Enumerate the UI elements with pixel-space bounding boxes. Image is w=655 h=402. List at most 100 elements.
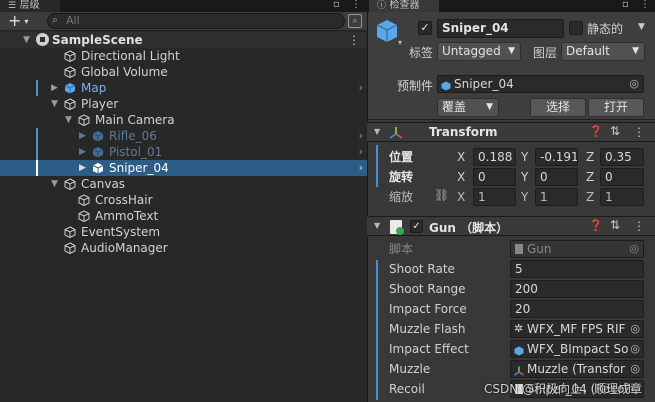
target-icon[interactable]: ◎ <box>630 341 640 357</box>
expand-arrow-icon[interactable]: ▼ <box>23 32 30 48</box>
shoot-range-field[interactable]: 200 <box>510 280 644 298</box>
chevron-down-icon: ▼ <box>632 46 639 56</box>
presets-icon[interactable]: ⇅ <box>610 218 620 232</box>
list-icon: ☰ <box>8 1 17 11</box>
select-button[interactable]: 选择 <box>530 98 586 117</box>
help-icon[interactable]: ❓ <box>589 125 603 138</box>
scene-menu-icon[interactable]: ⋮ <box>348 32 360 48</box>
list-item[interactable]: CrossHair <box>0 192 367 208</box>
static-checkbox[interactable] <box>569 21 583 35</box>
rotation-z-field[interactable]: 0 <box>600 168 644 186</box>
active-checkbox[interactable]: ✓ <box>418 21 432 35</box>
impact-force-field[interactable]: 20 <box>510 300 644 318</box>
rotation-x-field[interactable]: 0 <box>473 168 516 186</box>
position-y-field[interactable]: -0.191 <box>535 148 578 166</box>
tag-dropdown[interactable]: Untagged ▼ <box>437 42 521 61</box>
expand-arrow-icon[interactable]: ▶ <box>79 144 86 160</box>
expand-arrow-icon[interactable]: ▶ <box>51 80 58 96</box>
overrides-dropdown[interactable]: 覆盖 ▼ <box>437 98 499 117</box>
gameobject-icon <box>78 210 90 223</box>
scale-x-label[interactable]: X <box>457 189 465 205</box>
scene-row[interactable]: ▼ SampleScene ⋮ <box>0 32 367 48</box>
shoot-rate-field[interactable]: 5 <box>510 260 644 278</box>
target-icon[interactable]: ◎ <box>629 76 639 92</box>
link-icon[interactable]: ⛓ <box>434 188 449 202</box>
muzzle-flash-field[interactable]: ✲ WFX_MF FPS RIF ◎ <box>510 320 644 338</box>
list-item[interactable]: EventSystem <box>0 224 367 240</box>
expand-arrow-icon[interactable]: ▼ <box>51 176 58 192</box>
impact-effect-field[interactable]: WFX_BImpact So ◎ <box>510 340 644 358</box>
target-icon[interactable]: ◎ <box>630 321 640 337</box>
position-label: 位置 <box>389 150 414 164</box>
layer-dropdown[interactable]: Default ▼ <box>561 42 645 61</box>
position-z-field[interactable]: 0.35 <box>600 148 644 166</box>
list-item[interactable]: ▼ Canvas <box>0 176 367 192</box>
position-x-field[interactable]: 0.188 <box>473 148 516 166</box>
list-item[interactable]: ▶ Map › <box>0 80 367 96</box>
script-field: Gun ◎ <box>510 240 644 258</box>
lock-icon[interactable]: ▫ <box>333 0 340 10</box>
prefab-field[interactable]: Sniper_04 ◎ <box>437 75 644 93</box>
menu-icon[interactable]: ⋮ <box>351 0 361 10</box>
expand-arrow-icon[interactable]: ▶ <box>79 160 86 176</box>
list-item[interactable]: AmmoText <box>0 208 367 224</box>
list-item[interactable]: Global Volume <box>0 64 367 80</box>
menu-icon[interactable]: ⋮ <box>633 219 645 233</box>
list-item[interactable]: ▶ Pistol_01 › <box>0 144 367 160</box>
shoot-range-label: Shoot Range <box>389 282 466 296</box>
layer-label: 图层 <box>533 46 558 60</box>
menu-icon[interactable]: ⋮ <box>640 0 650 10</box>
gameobject-icon <box>64 226 76 239</box>
open-button[interactable]: 打开 <box>588 98 644 117</box>
transform-header[interactable]: ▼ Transform ❓ ⇅ ⋮ <box>367 122 655 142</box>
scale-x-field[interactable]: 1 <box>473 188 516 206</box>
list-item[interactable]: ▶ Rifle_06 › <box>0 128 367 144</box>
script-label: 脚本 <box>389 242 414 256</box>
scale-z-field[interactable]: 1 <box>600 188 644 206</box>
rotation-y-label[interactable]: Y <box>521 169 528 185</box>
object-name-field[interactable]: Sniper_04 <box>437 19 564 38</box>
chevron-right-icon[interactable]: › <box>359 128 363 144</box>
expand-arrow-icon[interactable]: ▼ <box>65 112 72 128</box>
chevron-right-icon[interactable]: › <box>359 144 363 160</box>
help-icon[interactable]: ❓ <box>589 219 603 232</box>
watermark: CSDN @积极向上，顺理成章 <box>484 382 643 396</box>
search-input[interactable]: ⌕ All <box>47 13 345 29</box>
presets-icon[interactable]: ⇅ <box>610 124 620 138</box>
inspector-tab[interactable]: ⓘ 检查器 <box>369 0 439 12</box>
particle-icon: ✲ <box>514 322 524 335</box>
prefab-large-icon <box>374 18 400 44</box>
menu-icon[interactable]: ⋮ <box>633 125 645 139</box>
expand-arrow-icon[interactable]: ▶ <box>79 128 86 144</box>
target-icon[interactable]: ◎ <box>630 361 640 377</box>
target-icon: ◎ <box>629 242 639 255</box>
position-y-label[interactable]: Y <box>521 149 528 165</box>
scale-z-label[interactable]: Z <box>586 189 594 205</box>
muzzle-field[interactable]: Muzzle (Transfor ◎ <box>510 360 644 378</box>
list-item[interactable]: Directional Light <box>0 48 367 64</box>
info-icon: ⓘ <box>377 1 387 11</box>
rotation-z-label[interactable]: Z <box>586 169 594 185</box>
scale-y-label[interactable]: Y <box>521 189 528 205</box>
scene-visibility-button[interactable]: ⌕ <box>348 14 362 28</box>
chevron-down-icon[interactable]: ▼ <box>638 22 645 32</box>
position-x-label[interactable]: X <box>457 149 465 165</box>
rotation-x-label[interactable]: X <box>457 169 465 185</box>
lock-icon[interactable]: ▫ <box>622 0 629 10</box>
scale-y-field[interactable]: 1 <box>535 188 578 206</box>
chevron-down-icon: ▾ <box>24 16 29 26</box>
add-button[interactable]: + ▾ <box>8 12 28 31</box>
gun-header[interactable]: ▼ ✓ Gun （脚本） ❓ ⇅ ⋮ <box>367 216 655 236</box>
gun-enabled-checkbox[interactable]: ✓ <box>410 220 423 233</box>
list-item-selected[interactable]: ▶ Sniper_04 › <box>0 160 367 176</box>
list-item[interactable]: AudioManager <box>0 240 367 256</box>
prefab-icon <box>64 82 76 94</box>
chevron-down-icon[interactable]: ▾ <box>398 38 402 47</box>
expand-arrow-icon[interactable]: ▼ <box>51 96 58 112</box>
position-z-label[interactable]: Z <box>586 149 594 165</box>
list-item[interactable]: ▼ Main Camera <box>0 112 367 128</box>
list-item[interactable]: ▼ Player <box>0 96 367 112</box>
rotation-y-field[interactable]: 0 <box>535 168 578 186</box>
chevron-right-icon[interactable]: › <box>359 160 363 176</box>
chevron-right-icon[interactable]: › <box>359 80 363 96</box>
